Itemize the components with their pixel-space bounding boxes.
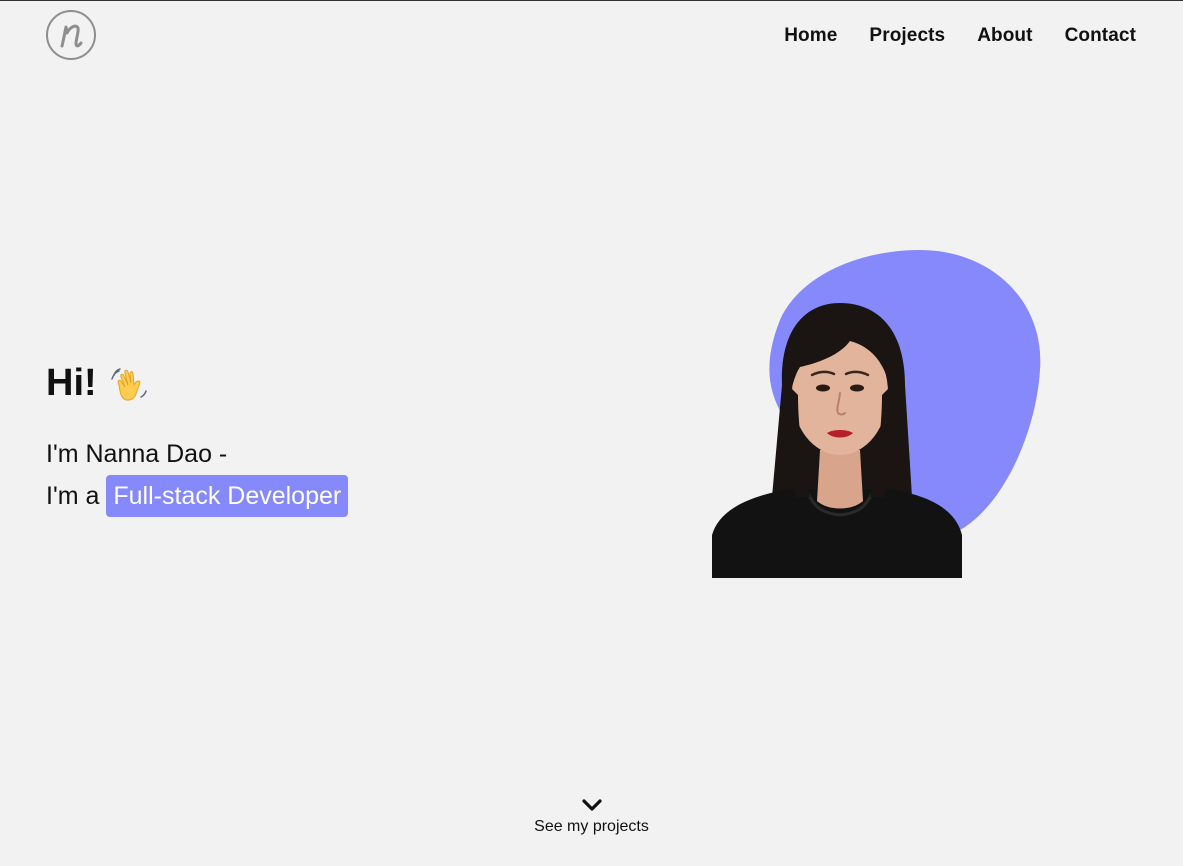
nav-contact-link[interactable]: Contact — [1065, 25, 1136, 47]
top-border — [0, 0, 1183, 1]
waving-hand-icon — [110, 367, 147, 401]
nav-home-link[interactable]: Home — [784, 25, 837, 47]
role-highlight: Full-stack Developer — [106, 475, 349, 517]
see-projects-cta[interactable]: See my projects — [0, 798, 1183, 836]
nav-projects-link[interactable]: Projects — [869, 25, 945, 47]
n-monogram-logo-icon — [60, 24, 83, 48]
hero-text: Hi! I'm Nanna Dao - I'm a Full-stack Dev… — [46, 362, 349, 517]
intro-role-prefix: I'm a — [46, 482, 100, 510]
intro-name-line: I'm Nanna Dao - — [46, 440, 228, 468]
greeting-heading: Hi! — [46, 362, 97, 404]
intro-text: I'm Nanna Dao - I'm a Full-stack Develop… — [46, 433, 349, 517]
chevron-down-icon — [581, 799, 602, 811]
greeting-row: Hi! — [46, 362, 348, 405]
portrait-area — [700, 245, 1050, 585]
intro-role-line: I'm a Full-stack Developer — [46, 475, 349, 517]
see-projects-label: See my projects — [534, 818, 649, 835]
profile-portrait — [712, 250, 1041, 578]
page: Home Projects About Contact Hi! I'm Nann… — [0, 0, 1183, 866]
main-nav: Home Projects About Contact — [784, 25, 1136, 47]
nav-about-link[interactable]: About — [977, 25, 1032, 47]
logo[interactable] — [46, 10, 96, 60]
